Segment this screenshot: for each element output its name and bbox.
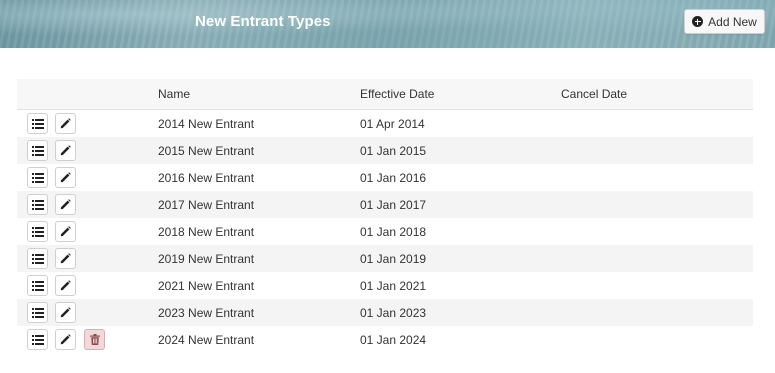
list-icon bbox=[31, 199, 44, 210]
table-row: 2023 New Entrant 01 Jan 2023 bbox=[17, 299, 753, 326]
pencil-icon bbox=[60, 280, 71, 291]
edit-button[interactable] bbox=[55, 221, 76, 242]
plus-circle-icon bbox=[692, 16, 704, 27]
cell-name: 2023 New Entrant bbox=[158, 306, 255, 320]
table-row: 2021 New Entrant 01 Jan 2021 bbox=[17, 272, 753, 299]
pencil-icon bbox=[60, 226, 71, 237]
table-row: 2017 New Entrant 01 Jan 2017 bbox=[17, 191, 753, 218]
list-icon bbox=[31, 172, 44, 183]
view-details-button[interactable] bbox=[27, 275, 48, 296]
table-row: 2015 New Entrant 01 Jan 2015 bbox=[17, 137, 753, 164]
list-icon bbox=[31, 253, 44, 264]
pencil-icon bbox=[60, 253, 71, 264]
edit-button[interactable] bbox=[55, 302, 76, 323]
add-new-button[interactable]: Add New bbox=[684, 9, 765, 34]
edit-button[interactable] bbox=[55, 329, 76, 350]
add-new-label: Add New bbox=[708, 14, 757, 29]
list-icon bbox=[31, 118, 44, 129]
column-header-cancel-date[interactable]: Cancel Date bbox=[561, 87, 627, 101]
view-details-button[interactable] bbox=[27, 140, 48, 161]
page-title: New Entrant Types bbox=[195, 13, 331, 30]
cell-effective-date: 01 Jan 2024 bbox=[360, 333, 427, 347]
pencil-icon bbox=[60, 172, 71, 183]
cell-effective-date: 01 Jan 2021 bbox=[360, 279, 427, 293]
pencil-icon bbox=[60, 307, 71, 318]
new-entrant-types-table: Name Effective Date Cancel Date 2014 New… bbox=[17, 79, 753, 353]
cell-effective-date: 01 Apr 2014 bbox=[360, 117, 425, 131]
view-details-button[interactable] bbox=[27, 248, 48, 269]
cell-effective-date: 01 Jan 2023 bbox=[360, 306, 427, 320]
view-details-button[interactable] bbox=[27, 194, 48, 215]
cell-name: 2015 New Entrant bbox=[158, 144, 255, 158]
view-details-button[interactable] bbox=[27, 221, 48, 242]
view-details-button[interactable] bbox=[27, 329, 48, 350]
column-header-effective-date[interactable]: Effective Date bbox=[360, 87, 434, 101]
cell-name: 2024 New Entrant bbox=[158, 333, 255, 347]
cell-effective-date: 01 Jan 2019 bbox=[360, 252, 427, 266]
table-row: 2016 New Entrant 01 Jan 2016 bbox=[17, 164, 753, 191]
pencil-icon bbox=[60, 199, 71, 210]
cell-name: 2016 New Entrant bbox=[158, 171, 255, 185]
edit-button[interactable] bbox=[55, 248, 76, 269]
cell-name: 2019 New Entrant bbox=[158, 252, 255, 266]
cell-effective-date: 01 Jan 2016 bbox=[360, 171, 427, 185]
trash-icon bbox=[89, 334, 100, 345]
pencil-icon bbox=[60, 118, 71, 129]
list-icon bbox=[31, 307, 44, 318]
delete-button[interactable] bbox=[84, 329, 105, 350]
cell-name: 2017 New Entrant bbox=[158, 198, 255, 212]
list-icon bbox=[31, 226, 44, 237]
table-row: 2024 New Entrant 01 Jan 2024 bbox=[17, 326, 753, 353]
view-details-button[interactable] bbox=[27, 302, 48, 323]
list-icon bbox=[31, 280, 44, 291]
list-icon bbox=[31, 145, 44, 156]
table-row: 2018 New Entrant 01 Jan 2018 bbox=[17, 218, 753, 245]
cell-effective-date: 01 Jan 2015 bbox=[360, 144, 427, 158]
list-icon bbox=[31, 334, 44, 345]
cell-name: 2014 New Entrant bbox=[158, 117, 255, 131]
table-row: 2019 New Entrant 01 Jan 2019 bbox=[17, 245, 753, 272]
edit-button[interactable] bbox=[55, 140, 76, 161]
table-body: 2014 New Entrant 01 Apr 2014 2015 New Entr… bbox=[17, 110, 753, 353]
edit-button[interactable] bbox=[55, 275, 76, 296]
page-header-banner: New Entrant Types Add New bbox=[0, 0, 775, 48]
cell-effective-date: 01 Jan 2018 bbox=[360, 225, 427, 239]
pencil-icon bbox=[60, 145, 71, 156]
view-details-button[interactable] bbox=[27, 113, 48, 134]
table-header: Name Effective Date Cancel Date bbox=[17, 79, 753, 110]
edit-button[interactable] bbox=[55, 194, 76, 215]
cell-name: 2018 New Entrant bbox=[158, 225, 255, 239]
table-row: 2014 New Entrant 01 Apr 2014 bbox=[17, 110, 753, 137]
edit-button[interactable] bbox=[55, 113, 76, 134]
cell-effective-date: 01 Jan 2017 bbox=[360, 198, 427, 212]
pencil-icon bbox=[60, 334, 71, 345]
cell-name: 2021 New Entrant bbox=[158, 279, 255, 293]
view-details-button[interactable] bbox=[27, 167, 48, 188]
edit-button[interactable] bbox=[55, 167, 76, 188]
column-header-name[interactable]: Name bbox=[158, 87, 190, 101]
